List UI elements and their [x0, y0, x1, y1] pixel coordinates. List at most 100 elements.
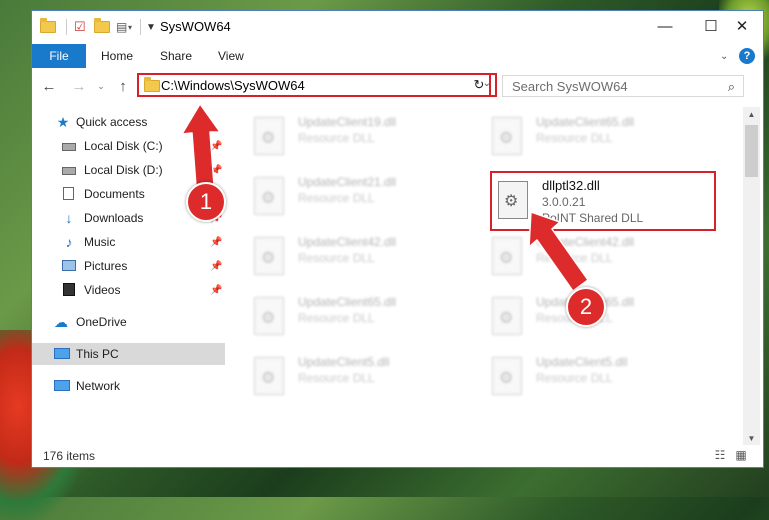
dll-file-icon [492, 237, 522, 275]
nav-item-pictures[interactable]: Pictures 📌 [32, 255, 225, 277]
folder-icon [40, 18, 56, 36]
file-type: Resource DLL [298, 131, 375, 145]
nav-item-label: Music [84, 235, 116, 249]
music-icon: ♪ [65, 234, 73, 250]
file-type: Resource DLL [298, 251, 375, 265]
scroll-down-icon[interactable]: ▼ [743, 431, 760, 445]
download-arrow-icon: ↓ [65, 210, 73, 226]
up-arrow-icon[interactable]: ↑ [112, 75, 134, 97]
highlighted-file-version: 3.0.0.21 [542, 195, 586, 209]
file-name: UpdateClient5.dll [298, 355, 390, 369]
step-badge-2: 2 [566, 287, 606, 327]
network-icon [54, 380, 70, 391]
pictures-icon [62, 260, 76, 271]
navigation-bar: ← → ⌄ ↑ C:\Windows\SysWOW64 ⌄ ↻ Search S… [32, 71, 763, 101]
list-item[interactable]: UpdateClient65.dll Resource DLL [490, 113, 710, 163]
nav-item-label: Documents [84, 187, 145, 201]
file-type: Resource DLL [298, 311, 375, 325]
scroll-up-icon[interactable]: ▲ [743, 107, 760, 121]
help-icon[interactable]: ? [739, 48, 755, 64]
dll-file-icon [254, 237, 284, 275]
address-bar[interactable]: C:\Windows\SysWOW64 ⌄ [137, 73, 497, 97]
tab-share[interactable]: Share [160, 44, 192, 68]
nav-item-local-disk-d[interactable]: Local Disk (D:) 📌 [32, 159, 225, 181]
file-type: Resource DLL [536, 251, 613, 265]
nav-item-label: Local Disk (D:) [84, 163, 163, 177]
pin-icon: 📌 [210, 284, 223, 296]
refresh-icon: ↻ [473, 77, 485, 92]
address-folder-icon [144, 77, 160, 92]
nav-item-quick-access[interactable]: ★ Quick access [32, 111, 225, 133]
expand-ribbon-chevron-icon[interactable]: ⌄ [720, 44, 728, 68]
rename-icon[interactable]: ▤ [116, 18, 127, 36]
drive-icon [62, 167, 76, 175]
item-count: 176 items [43, 449, 96, 463]
file-list: UpdateClient19.dll Resource DLL UpdateCl… [228, 107, 743, 443]
list-item[interactable]: UpdateClient42.dll Resource DLL [490, 233, 710, 283]
nav-item-label: OneDrive [76, 315, 127, 329]
list-item[interactable]: UpdateClient42.dll Resource DLL [252, 233, 472, 283]
vertical-scrollbar[interactable]: ▲ ▼ [743, 107, 760, 445]
nav-item-label: Videos [84, 283, 121, 297]
list-item[interactable]: UpdateClient65.dll Resource DLL [252, 293, 472, 343]
nav-item-onedrive[interactable]: ☁ OneDrive [32, 311, 225, 333]
tab-view[interactable]: View [218, 44, 244, 68]
search-input[interactable]: Search SysWOW64 ⌕ [502, 75, 744, 97]
search-icon: ⌕ [727, 79, 735, 94]
customize-toolbar-chevron-icon[interactable]: ▾ [128, 18, 132, 36]
forward-arrow-icon[interactable]: → [68, 75, 90, 97]
ribbon-tabs: File Home Share View ⌄ ? [32, 44, 763, 68]
new-folder-icon[interactable] [94, 18, 110, 36]
search-placeholder: Search SysWOW64 [512, 78, 628, 94]
properties-icon[interactable]: ☑ [74, 18, 86, 36]
highlighted-file-item[interactable]: dllptl32.dll 3.0.0.21 PoINT Shared DLL [490, 171, 716, 231]
refresh-button[interactable]: ↻ [469, 73, 491, 97]
tab-file[interactable]: File [32, 44, 86, 68]
step-badge-1: 1 [186, 182, 226, 222]
dll-file-icon [254, 297, 284, 335]
dll-file-icon [254, 117, 284, 155]
drive-icon [62, 143, 76, 151]
list-item[interactable]: UpdateClient19.dll Resource DLL [252, 113, 472, 163]
file-type: Resource DLL [536, 371, 613, 385]
minimize-button[interactable]: — [642, 11, 688, 41]
address-path[interactable]: C:\Windows\SysWOW64 [161, 78, 305, 93]
window-title: SysWOW64 [160, 19, 231, 34]
large-icons-view-icon[interactable]: ▦ [734, 448, 748, 462]
close-button[interactable]: ✕ [719, 11, 765, 41]
nav-item-label: Quick access [76, 115, 148, 129]
nav-item-label: Pictures [84, 259, 128, 273]
pin-icon: 📌 [210, 164, 223, 176]
list-item[interactable]: UpdateClient5.dll Resource DLL [252, 353, 472, 403]
nav-item-local-disk-c[interactable]: Local Disk (C:) 📌 [32, 135, 225, 157]
recent-locations-chevron-icon[interactable]: ⌄ [90, 75, 112, 97]
navigation-pane: ★ Quick access Local Disk (C:) 📌 Local D… [32, 107, 228, 445]
pin-icon: 📌 [210, 260, 223, 272]
scrollbar-thumb[interactable] [745, 125, 758, 177]
nav-item-music[interactable]: ♪ Music 📌 [32, 231, 225, 253]
highlighted-file-name: dllptl32.dll [542, 178, 600, 193]
status-bar: 176 items ☷ ▦ [32, 445, 763, 467]
dll-file-icon [492, 357, 522, 395]
file-type: Resource DLL [536, 131, 613, 145]
tab-home[interactable]: Home [101, 44, 133, 68]
list-item[interactable]: UpdateClient5.dll Resource DLL [490, 353, 710, 403]
quick-access-dropdown-icon[interactable]: ▼ [146, 18, 156, 36]
highlighted-file-description: PoINT Shared DLL [542, 211, 644, 225]
file-name: UpdateClient65.dll [298, 295, 397, 309]
list-item[interactable]: UpdateClient21.dll Resource DLL [252, 173, 472, 223]
cloud-icon: ☁ [54, 313, 68, 330]
nav-item-network[interactable]: Network [32, 375, 225, 397]
nav-item-label: Local Disk (C:) [84, 139, 163, 153]
star-icon: ★ [56, 113, 70, 130]
file-name: UpdateClient65.dll [536, 115, 635, 129]
dll-file-icon [492, 117, 522, 155]
computer-icon [54, 348, 70, 359]
explorer-window: ☑ ▤ ▾ ▼ SysWOW64 — ☐ ✕ File Home Share V… [31, 10, 764, 468]
nav-item-this-pc[interactable]: This PC [32, 343, 225, 365]
details-view-icon[interactable]: ☷ [713, 448, 727, 462]
back-arrow-icon[interactable]: ← [38, 75, 60, 97]
file-name: UpdateClient21.dll [298, 175, 397, 189]
nav-item-videos[interactable]: Videos 📌 [32, 279, 225, 301]
videos-icon [63, 283, 75, 296]
